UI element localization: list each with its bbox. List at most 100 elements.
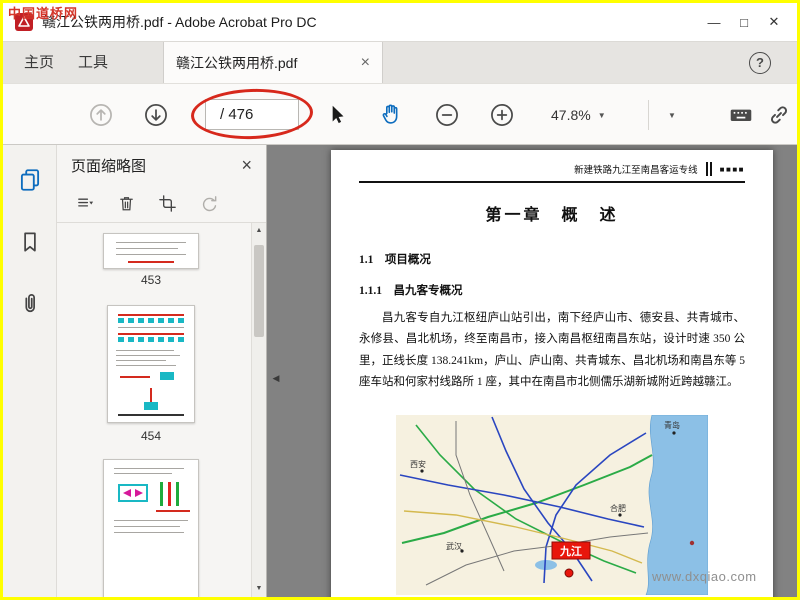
thumb-line xyxy=(116,254,186,255)
header-squares: ■■■■ xyxy=(719,164,745,174)
thumb-line xyxy=(116,365,176,366)
thumb-baseline xyxy=(118,414,184,416)
body-paragraph: 昌九客专自九江枢纽庐山站引出，南下经庐山市、德安县、共青城市、永修县、昌北机场，… xyxy=(359,312,745,388)
page-fit-dropdown[interactable]: ▼ xyxy=(663,101,676,129)
thumbnail-scrollbar[interactable]: ▲ ▼ xyxy=(251,223,266,597)
page-header: 新建铁路九江至南昌客运专线 ■■■■ xyxy=(359,162,745,183)
crop-page-button[interactable] xyxy=(157,193,178,214)
thumbnail-page-454[interactable] xyxy=(107,305,195,423)
crop-icon xyxy=(159,195,176,212)
thumb-cyan-box xyxy=(160,372,174,380)
thumb-line xyxy=(114,526,180,527)
zoom-out-button[interactable] xyxy=(433,101,461,129)
map-label-wuhan: 武汉 xyxy=(446,541,462,551)
page-thumbnails-panel-button[interactable] xyxy=(13,163,47,197)
bookmark-icon xyxy=(23,232,36,252)
site-watermark-top: 中国道桥网 xyxy=(8,6,79,21)
thumb-red-line xyxy=(120,376,150,378)
thumb-line xyxy=(114,532,184,533)
window-controls: — □ ✕ xyxy=(699,3,789,41)
thumb-red-line xyxy=(156,510,190,512)
thumb-cyan-row xyxy=(118,337,184,342)
zoom-level-dropdown[interactable]: 47.8% ▼ xyxy=(551,104,606,126)
map-label-qingdao: 青岛 xyxy=(664,420,680,430)
collapse-panel-handle[interactable]: ◀ xyxy=(269,363,283,393)
app-body: 页面缩略图 × 453 454 ▲ ▼ ◀ 新建铁路九江至南昌客运专线 ■■■■… xyxy=(3,145,797,597)
pdf-page[interactable]: 新建铁路九江至南昌客运专线 ■■■■ 第一章 概 述 1.1 项目概况 1.1.… xyxy=(331,150,773,597)
thumbnail-list: 453 454 ▲ ▼ xyxy=(57,223,266,597)
document-tab-label: 赣江公铁两用桥.pdf xyxy=(176,55,298,71)
titlebar: 赣江公铁两用桥.pdf - Adobe Acrobat Pro DC — □ ✕ xyxy=(3,3,797,41)
thumb-red-bar xyxy=(168,482,171,506)
minimize-button[interactable]: — xyxy=(699,15,729,30)
scrollbar-down-arrow[interactable]: ▼ xyxy=(252,581,266,597)
map-label-xian: 西安 xyxy=(410,459,426,469)
scrollbar-up-arrow[interactable]: ▲ xyxy=(252,223,266,239)
thumb-red-bar xyxy=(150,388,152,402)
thumb-line xyxy=(116,242,186,243)
document-tab[interactable]: 赣江公铁两用桥.pdf × xyxy=(163,42,383,84)
header-double-bar xyxy=(705,162,712,176)
thumb-line xyxy=(114,520,188,521)
thumb-green-bar xyxy=(160,482,163,506)
thumb-cyan-box xyxy=(144,402,158,410)
scrollbar-thumb[interactable] xyxy=(254,245,264,337)
maximize-button[interactable]: □ xyxy=(729,15,759,30)
thumbnail-page-453[interactable] xyxy=(103,233,199,269)
map-label-jiujiang: 九江 xyxy=(559,544,582,558)
options-list-icon xyxy=(78,198,94,207)
panel-toolbar xyxy=(57,185,266,223)
caret-down-icon: ▼ xyxy=(597,110,606,120)
page-number-input[interactable] xyxy=(205,99,299,130)
keyboard-icon-button[interactable] xyxy=(727,101,755,129)
document-viewport[interactable]: ◀ 新建铁路九江至南昌客运专线 ■■■■ 第一章 概 述 1.1 项目概况 1.… xyxy=(267,145,797,597)
thumbnail-label-454: 454 xyxy=(140,429,162,443)
tab-bar: 主页 工具 赣江公铁两用桥.pdf × ? xyxy=(3,41,797,84)
tab-close-icon[interactable]: × xyxy=(361,55,370,71)
window-title: 赣江公铁两用桥.pdf - Adobe Acrobat Pro DC xyxy=(42,14,317,30)
thumbnails-panel: 页面缩略图 × 453 454 ▲ ▼ xyxy=(57,145,267,597)
next-page-button[interactable] xyxy=(142,101,170,129)
thumb-right-arrow xyxy=(135,489,143,497)
thumbnail-page-455[interactable] xyxy=(103,459,199,597)
rotate-page-button[interactable] xyxy=(198,193,219,214)
thumb-line xyxy=(116,248,178,249)
previous-page-button[interactable] xyxy=(87,101,115,129)
zoom-in-button[interactable] xyxy=(488,101,516,129)
site-watermark-bottom: www.dxqiao.com xyxy=(652,569,757,584)
tab-tools[interactable]: 工具 xyxy=(67,42,119,84)
attachments-panel-button[interactable] xyxy=(13,287,47,321)
select-tool-button[interactable] xyxy=(323,101,351,129)
app-window: 赣江公铁两用桥.pdf - Adobe Acrobat Pro DC — □ ✕… xyxy=(0,0,800,600)
panel-header: 页面缩略图 × xyxy=(57,145,266,185)
hand-tool-button[interactable] xyxy=(378,101,406,129)
thumb-line xyxy=(116,360,166,361)
panel-title: 页面缩略图 xyxy=(71,157,147,175)
section-heading-1-1: 1.1 项目概况 xyxy=(359,254,431,266)
page-header-text: 新建铁路九江至南昌客运专线 xyxy=(574,166,698,176)
section-heading-1-1-1: 1.1.1 昌九客专概况 xyxy=(359,285,463,297)
thumbnail-label-453: 453 xyxy=(140,273,162,287)
trash-icon xyxy=(120,197,133,211)
zoom-level-value: 47.8% xyxy=(551,107,591,123)
thumb-line xyxy=(116,350,174,351)
thumb-line xyxy=(116,355,180,356)
thumb-arrow-box xyxy=(118,484,148,502)
delete-page-button[interactable] xyxy=(116,193,137,214)
caret-down-icon: ▼ xyxy=(668,110,676,120)
share-link-button[interactable] xyxy=(765,101,793,129)
tab-home[interactable]: 主页 xyxy=(13,42,65,84)
panel-close-icon[interactable]: × xyxy=(241,156,252,174)
map-label-hefei: 合肥 xyxy=(610,503,626,513)
thumbnail-options-button[interactable] xyxy=(75,193,96,214)
thumb-red-line xyxy=(118,333,184,335)
close-button[interactable]: ✕ xyxy=(759,14,789,30)
paperclip-icon xyxy=(24,294,35,313)
pages-icon xyxy=(20,169,39,191)
help-icon[interactable]: ? xyxy=(749,52,771,74)
thumb-line xyxy=(114,473,172,474)
thumb-line xyxy=(118,327,184,328)
thumb-green-bar xyxy=(176,482,179,506)
bookmarks-panel-button[interactable] xyxy=(13,225,47,259)
thumb-cyan-row xyxy=(118,318,184,323)
